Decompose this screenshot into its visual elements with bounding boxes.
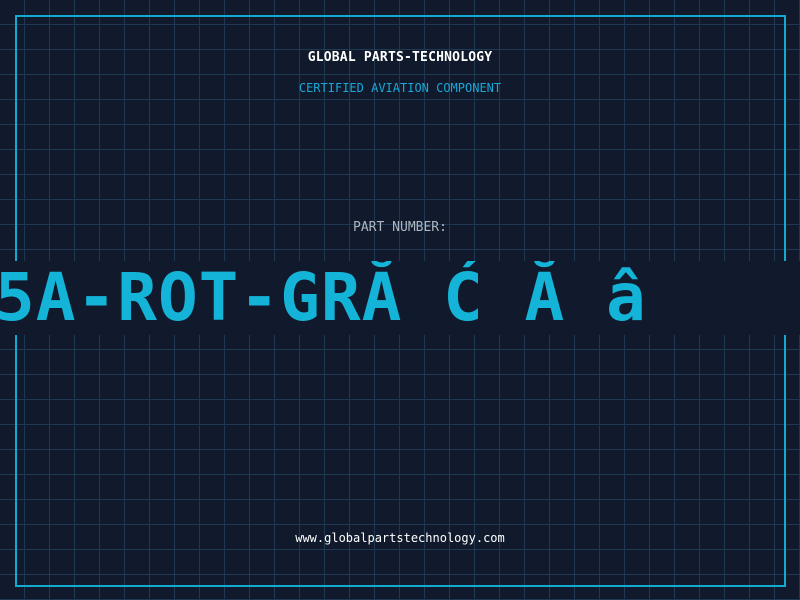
brand-subtitle: CERTIFIED AVIATION COMPONENT: [298, 81, 502, 95]
brand-title: GLOBAL PARTS-TECHNOLOGY: [307, 50, 493, 65]
website-url: www.globalpartstechnology.com: [295, 531, 505, 545]
part-number-label: PART NUMBER:: [353, 220, 447, 235]
part-number-value: 5A-ROT-GRĂ Ć Ă â: [0, 261, 647, 335]
certificate-card: GLOBAL PARTS-TECHNOLOGY CERTIFIED AVIATI…: [0, 0, 800, 600]
part-number-band: 5A-ROT-GRĂ Ć Ă â: [0, 261, 800, 335]
